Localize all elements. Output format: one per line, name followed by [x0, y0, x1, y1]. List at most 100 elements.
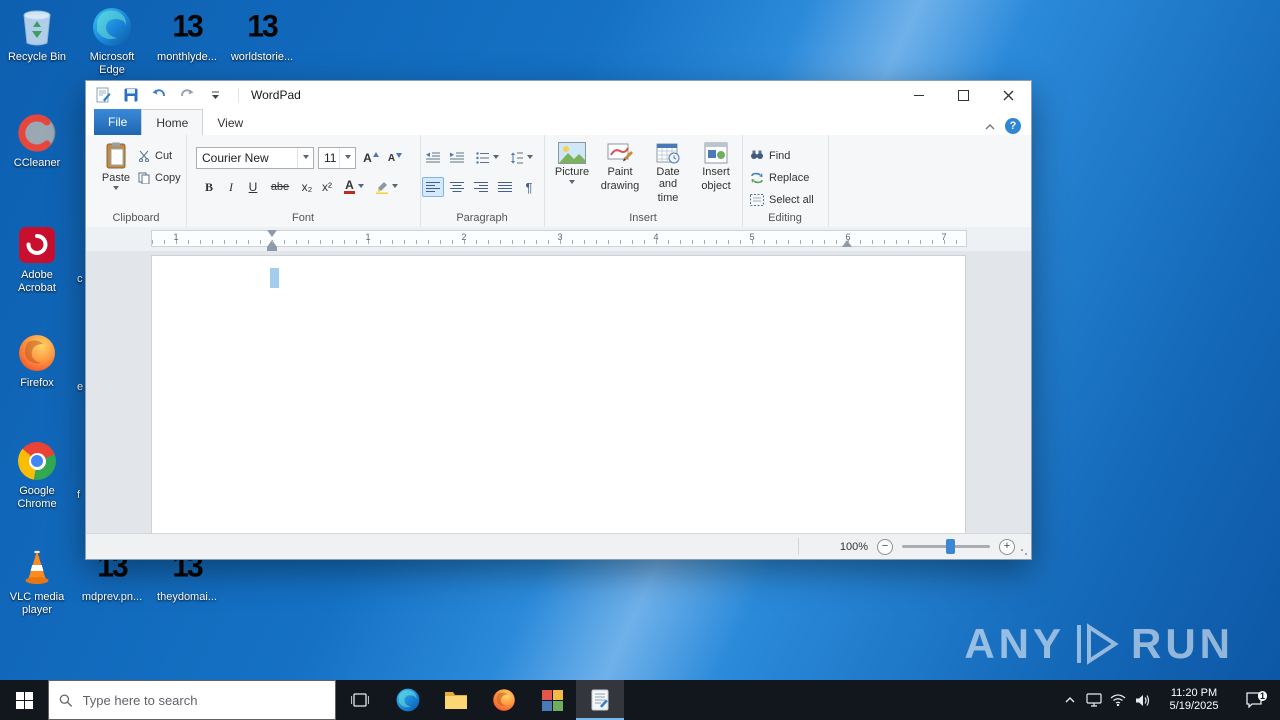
zoom-in-button[interactable]: +: [999, 538, 1015, 555]
document-area: [86, 251, 1031, 534]
tab-home[interactable]: Home: [141, 109, 204, 135]
find-button[interactable]: Find: [750, 147, 822, 165]
align-left-button[interactable]: [422, 177, 444, 197]
zoom-slider[interactable]: [902, 539, 990, 554]
cut-button[interactable]: Cut: [138, 147, 184, 165]
desktop-icon-recycle-bin[interactable]: Recycle Bin: [2, 6, 72, 64]
resize-grip[interactable]: [1020, 548, 1028, 556]
help-icon[interactable]: ?: [1005, 118, 1021, 134]
desktop-icon-google-chrome[interactable]: Google Chrome: [2, 440, 72, 511]
tab-file[interactable]: File: [94, 109, 142, 135]
align-right-button[interactable]: [470, 177, 492, 197]
subscript-button[interactable]: x₂: [298, 177, 316, 197]
tray-network-icon[interactable]: [1106, 680, 1130, 720]
recycle-bin-icon: [16, 6, 58, 48]
highlight-icon: [375, 182, 388, 194]
font-size-dropdown-icon[interactable]: [339, 148, 355, 168]
highlight-dropdown-icon: [391, 183, 398, 191]
ribbon-tab-strip: File Home View ?: [86, 109, 1031, 135]
line-spacing-dropdown-icon: [526, 154, 533, 162]
decrease-indent-button[interactable]: [422, 147, 444, 169]
desktop-icon-adobe-acrobat[interactable]: Adobe Acrobat: [2, 224, 72, 295]
shrink-font-button[interactable]: A: [384, 147, 406, 169]
desktop-icon-vlc[interactable]: VLC media player: [2, 546, 72, 617]
highlight-button[interactable]: [372, 177, 400, 197]
clock-date: 5/19/2025: [1169, 700, 1219, 712]
search-input[interactable]: [80, 691, 325, 709]
taskbar-wordpad[interactable]: [576, 680, 624, 720]
task-view-button[interactable]: [336, 680, 384, 720]
tray-pc-icon[interactable]: [1082, 680, 1106, 720]
paste-button[interactable]: Paste: [96, 139, 136, 211]
font-family-combo[interactable]: Courier New: [196, 147, 314, 169]
window-controls: [896, 81, 1031, 109]
paragraph-dialog-button[interactable]: ¶: [520, 177, 538, 197]
action-center-button[interactable]: 1: [1234, 680, 1274, 720]
customize-qat-dropdown-icon[interactable]: [206, 86, 224, 104]
paste-dropdown-icon: [113, 186, 119, 193]
justify-button[interactable]: [494, 177, 516, 197]
taskbar-file-explorer[interactable]: [432, 680, 480, 720]
replace-button[interactable]: Replace: [750, 169, 822, 187]
insert-object-icon: [704, 142, 728, 164]
search-icon: [59, 693, 73, 707]
superscript-button[interactable]: x²: [318, 177, 336, 197]
zoom-out-button[interactable]: −: [877, 538, 893, 555]
font-size-combo[interactable]: 11: [318, 147, 356, 169]
taskbar-clock[interactable]: 11:20 PM 5/19/2025: [1154, 687, 1234, 713]
bold-button[interactable]: B: [200, 177, 218, 197]
italic-button[interactable]: I: [222, 177, 240, 197]
increase-indent-button[interactable]: [446, 147, 468, 169]
paint-drawing-button[interactable]: Paint drawing: [598, 139, 642, 211]
close-button[interactable]: [986, 81, 1031, 109]
replace-icon: [751, 172, 763, 184]
minimize-button[interactable]: [896, 81, 941, 109]
vlc-icon: [16, 546, 58, 588]
watermark-any-text: ANY: [964, 620, 1065, 667]
font-color-button[interactable]: A: [340, 177, 368, 197]
undo-icon[interactable]: [150, 86, 168, 104]
maximize-button[interactable]: [941, 81, 986, 109]
ruler[interactable]: 1 1 2 3 4 5 6 7: [86, 227, 1031, 252]
font-family-dropdown-icon[interactable]: [297, 148, 313, 168]
paint-drawing-icon: [607, 143, 633, 162]
desktop-icon-firefox[interactable]: Firefox: [2, 332, 72, 390]
insert-picture-button[interactable]: Picture: [550, 139, 594, 211]
start-button[interactable]: [0, 680, 48, 720]
grow-font-button[interactable]: A: [360, 147, 382, 169]
hidden-icons-chevron[interactable]: [1058, 680, 1082, 720]
taskbar-edge[interactable]: [384, 680, 432, 720]
anyrun-logo-icon: [1077, 623, 1119, 665]
collapse-ribbon-icon[interactable]: [985, 117, 995, 135]
redo-icon[interactable]: [178, 86, 196, 104]
strikethrough-button[interactable]: abe: [266, 177, 294, 197]
date-time-icon: [656, 143, 680, 164]
date-time-button[interactable]: Date and time: [646, 139, 690, 211]
site-13-icon: 13: [247, 9, 278, 44]
document-page[interactable]: [151, 255, 966, 534]
save-icon[interactable]: [122, 86, 140, 104]
align-center-button[interactable]: [446, 177, 468, 197]
right-indent-marker[interactable]: [842, 235, 852, 247]
tab-view[interactable]: View: [203, 110, 257, 135]
taskbar-firefox[interactable]: [480, 680, 528, 720]
picture-dropdown-icon: [569, 180, 575, 187]
copy-button[interactable]: Copy: [138, 169, 184, 187]
desktop-icon-ccleaner[interactable]: CCleaner: [2, 112, 72, 170]
select-all-button[interactable]: Select all: [750, 191, 826, 209]
zoom-slider-thumb[interactable]: [946, 539, 955, 554]
line-spacing-button[interactable]: [506, 147, 536, 169]
list-icon: [475, 152, 489, 164]
underline-button[interactable]: U: [244, 177, 262, 197]
desktop-icon-microsoft-edge[interactable]: Microsoft Edge: [77, 6, 147, 77]
taskbar-app-colorful[interactable]: [528, 680, 576, 720]
align-right-icon: [474, 181, 488, 192]
insert-object-button[interactable]: Insert object: [694, 139, 738, 211]
wordpad-icon: [591, 689, 609, 711]
hanging-indent-marker[interactable]: [267, 235, 277, 247]
desktop-icon-monthlyde[interactable]: 13 monthlyde...: [152, 6, 222, 64]
list-button[interactable]: [472, 147, 502, 169]
desktop-icon-worldstorie[interactable]: 13 worldstorie...: [227, 6, 297, 64]
tray-volume-icon[interactable]: [1130, 680, 1154, 720]
taskbar-search[interactable]: [48, 680, 336, 720]
